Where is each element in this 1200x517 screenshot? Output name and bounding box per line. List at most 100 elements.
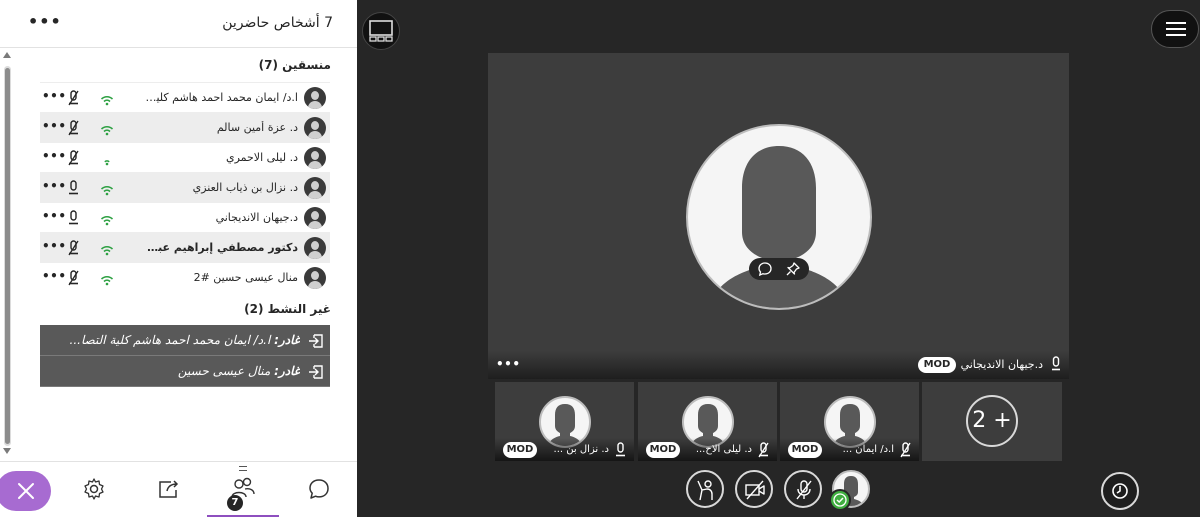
participant-row[interactable]: ••• د. عزة أمين سالم	[40, 112, 330, 142]
microphone-muted-icon	[68, 120, 79, 136]
participant-avatar	[304, 237, 326, 259]
participant-video-name: د. ليلى الاح...	[695, 444, 752, 455]
share-icon	[159, 480, 179, 498]
tab-share-content[interactable]	[133, 462, 205, 517]
participant-more-button[interactable]: •••	[42, 209, 67, 223]
participant-video-footer: MOD ا.د/ ايمان ...	[780, 438, 919, 461]
exit-door-icon	[309, 365, 323, 379]
participant-name: د. ليلى الاحمري	[225, 151, 298, 164]
connection-signal-icon	[100, 275, 114, 286]
tab-participants[interactable]: 7	[207, 462, 279, 517]
raise-hand-button[interactable]	[686, 470, 724, 508]
more-participants-tile[interactable]: 2 +	[922, 382, 1062, 461]
participant-more-button[interactable]: •••	[42, 239, 67, 253]
panel-more-options-button[interactable]: •••	[28, 12, 62, 31]
participant-row[interactable]: ••• دكتور مصطفي إبراهيم عبدالرحمن ال...	[40, 232, 330, 262]
mod-badge: MOD	[788, 442, 822, 458]
tab-settings[interactable]	[58, 462, 130, 517]
microphone-muted-icon	[900, 442, 911, 458]
left-status-label: غادر:	[274, 364, 300, 378]
participant-name: منال عيسى حسين #2	[193, 271, 298, 284]
connection-signal-icon	[100, 185, 114, 196]
participant-avatar	[304, 87, 326, 109]
main-video-more-button[interactable]: •••	[496, 357, 521, 371]
participant-more-button[interactable]: •••	[42, 149, 67, 163]
participant-more-button[interactable]: •••	[42, 179, 67, 193]
available-status-icon	[829, 489, 851, 511]
more-participants-count: 2 +	[966, 395, 1018, 447]
participant-avatar	[304, 147, 326, 169]
participant-name: د. عزة أمين سالم	[216, 121, 298, 134]
session-timer-button[interactable]	[1101, 472, 1139, 510]
participant-avatar	[304, 117, 326, 139]
participant-row[interactable]: ••• د. ليلى الاحمري	[40, 142, 330, 172]
participants-count-badge: 7	[227, 495, 243, 511]
inactive-participant-name: ا.د/ ايمان محمد احمد هاشم كلية التصا...	[69, 333, 275, 347]
inactive-participant-name: منال عيسى حسين	[177, 364, 275, 378]
microphone-icon	[69, 180, 78, 195]
microphone-muted-icon	[68, 90, 79, 106]
microphone-muted-icon	[68, 150, 79, 166]
scroll-up-arrow-icon[interactable]	[3, 52, 11, 58]
inactive-participant-row: غادر: ا.د/ ايمان محمد احمد هاشم كلية الت…	[40, 325, 330, 356]
gear-icon	[84, 478, 104, 500]
microphone-muted-icon	[68, 240, 79, 256]
participant-name: دكتور مصطفي إبراهيم عبدالرحمن ال...	[143, 241, 298, 254]
exit-door-icon	[309, 334, 323, 348]
pin-icon[interactable]	[785, 261, 801, 277]
layout-toggle-button[interactable]	[362, 12, 400, 50]
participant-video-name: د. نزال بن ...	[553, 444, 609, 455]
participant-more-button[interactable]: •••	[42, 89, 67, 103]
connection-signal-icon	[104, 160, 110, 166]
check-icon	[833, 493, 847, 507]
left-status-label: غادر:	[274, 333, 300, 347]
camera-toggle-button[interactable]	[735, 470, 773, 508]
participant-more-button[interactable]: •••	[42, 119, 67, 133]
main-speaker-avatar	[686, 124, 872, 310]
main-video-tile[interactable]: ••• MOD د.جيهان الانديجاني	[488, 53, 1069, 379]
scroll-down-arrow-icon[interactable]	[3, 448, 11, 454]
hamburger-menu-icon	[1166, 22, 1186, 36]
participant-avatar	[304, 207, 326, 229]
video-actions-pill	[749, 258, 809, 280]
person-silhouette-icon	[708, 146, 850, 308]
participant-row[interactable]: ••• د.جيهان الانديجاني	[40, 202, 330, 232]
microphone-off-icon	[796, 480, 812, 500]
close-icon	[18, 483, 34, 499]
tab-chat[interactable]	[283, 462, 355, 517]
inactive-participant-text: غادر: ا.د/ ايمان محمد احمد هاشم كلية الت…	[70, 333, 300, 347]
inactive-participant-text: غادر: منال عيسى حسين	[178, 364, 300, 378]
panel-header: ••• 7 أشخاص حاضرين	[0, 0, 357, 48]
microphone-toggle-button[interactable]	[784, 470, 822, 508]
participant-video-footer: MOD د. ليلى الاح...	[638, 438, 777, 461]
participant-video-tile[interactable]: MOD د. ليلى الاح...	[638, 382, 777, 461]
participant-more-button[interactable]: •••	[42, 269, 67, 283]
main-video-footer: ••• MOD د.جيهان الانديجاني	[488, 351, 1069, 379]
mod-badge: MOD	[503, 442, 537, 458]
participant-video-tile[interactable]: MOD ا.د/ ايمان ...	[780, 382, 919, 461]
participants-panel: ••• 7 أشخاص حاضرين منسقين (7) ••• ا.د/ اي…	[0, 0, 357, 517]
microphone-icon	[69, 210, 78, 225]
microphone-muted-icon	[68, 270, 79, 286]
participant-name: ا.د/ ايمان محمد احمد هاشم كلية التصا...	[143, 91, 298, 104]
participant-name: د. نزال بن ذياب العنزي	[192, 181, 298, 194]
connection-signal-icon	[100, 215, 114, 226]
grid-layout-icon	[369, 20, 393, 42]
chat-bubble-icon[interactable]	[757, 261, 773, 277]
connection-signal-icon	[100, 125, 114, 136]
microphone-icon	[1052, 356, 1060, 371]
participant-row[interactable]: ••• ا.د/ ايمان محمد احمد هاشم كلية التصا.…	[40, 82, 330, 112]
participant-video-tile[interactable]: MOD د. نزال بن ...	[495, 382, 634, 461]
connection-signal-icon	[100, 245, 114, 256]
microphone-muted-icon	[758, 442, 769, 458]
participant-row[interactable]: ••• منال عيسى حسين #2	[40, 262, 330, 292]
panel-bottom-bar: 7	[0, 461, 357, 517]
camera-off-icon	[745, 480, 765, 500]
inactive-participant-row: غادر: منال عيسى حسين	[40, 356, 330, 387]
close-panel-button[interactable]	[0, 471, 51, 511]
panel-title: 7 أشخاص حاضرين	[222, 15, 333, 31]
inactive-heading: غير النشط (2)	[244, 302, 331, 316]
participant-row[interactable]: ••• د. نزال بن ذياب العنزي	[40, 172, 330, 202]
session-menu-button[interactable]	[1151, 10, 1199, 48]
scrollbar-thumb[interactable]	[5, 68, 10, 444]
